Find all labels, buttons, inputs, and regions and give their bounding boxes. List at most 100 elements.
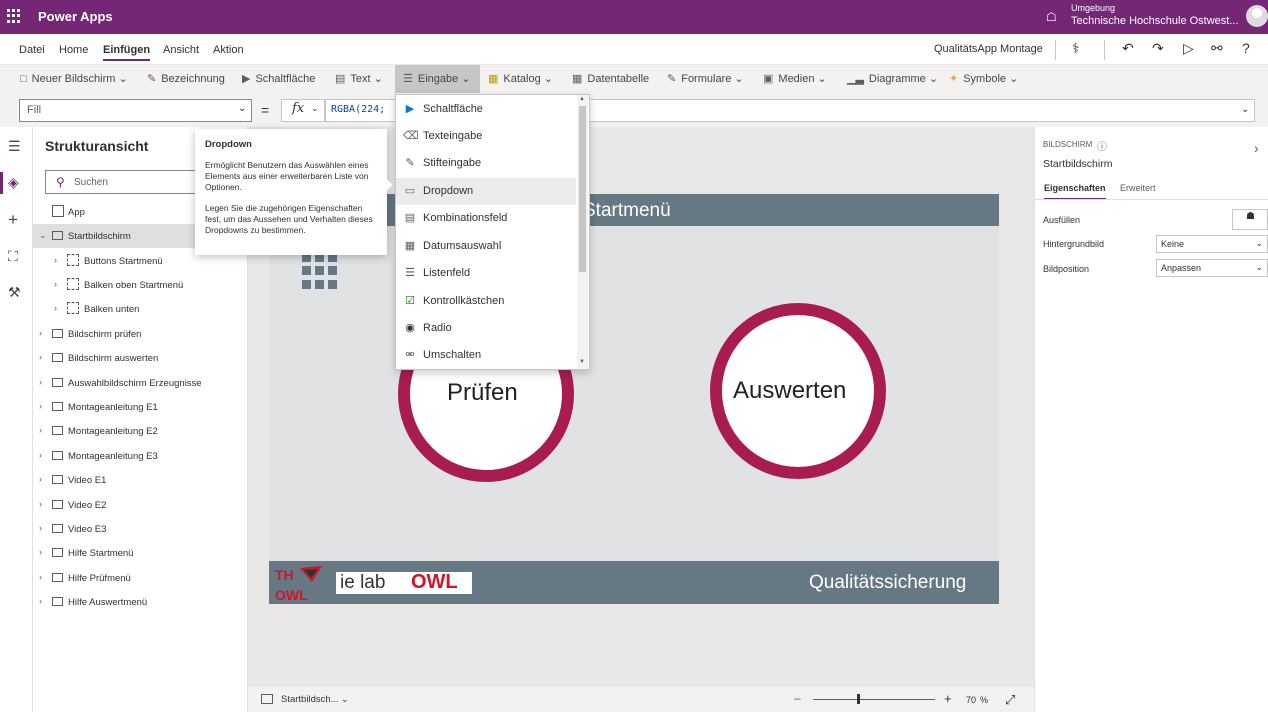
ribbon-datatable[interactable]: ▦ Datentabelle	[572, 72, 649, 85]
menu-item-radio[interactable]: ◉ Radio	[396, 315, 576, 342]
ribbon-input[interactable]: ☰ Eingabe ⌄	[403, 72, 471, 85]
properties-name[interactable]: Startbildschirm	[1043, 158, 1112, 170]
equals-sign: =	[261, 102, 270, 118]
tree-search-input[interactable]	[45, 170, 205, 194]
tree-item-screen[interactable]: › Video E2	[33, 493, 248, 517]
menu-item-kontrollkaestchen[interactable]: ☑ Kontrollkästchen	[396, 288, 576, 315]
chevron-right-icon[interactable]: ›	[39, 596, 42, 606]
ribbon-label[interactable]: ✎ Bezeichnung	[147, 72, 225, 85]
chevron-down-icon[interactable]: ⌄	[311, 103, 319, 114]
ribbon-forms[interactable]: ✎ Formulare ⌄	[667, 72, 744, 85]
menu-aktion[interactable]: Aktion	[213, 44, 244, 56]
chevron-right-icon[interactable]: ›	[39, 377, 42, 387]
avatar[interactable]	[1246, 5, 1268, 27]
tree-item-screen[interactable]: › Montageanleitung E1	[33, 395, 248, 419]
tree-item-group[interactable]: › Balken oben Startmenü	[33, 273, 248, 297]
redo-icon[interactable]: ↷	[1152, 40, 1164, 57]
tree-item-screen[interactable]: › Video E1	[33, 468, 248, 492]
chevron-right-icon[interactable]: ›	[39, 547, 42, 557]
tab-erweitert[interactable]: Erweitert	[1120, 183, 1156, 193]
tooltip-description: Legen Sie die zugehörigen Eigenschaften …	[205, 203, 373, 235]
menu-grid-icon[interactable]	[302, 253, 337, 289]
tab-eigenschaften[interactable]: Eigenschaften	[1044, 183, 1106, 200]
expand-icon[interactable]: ⤢	[1005, 692, 1015, 708]
app-checker-icon[interactable]: ⚕	[1072, 40, 1080, 57]
tree-item-group[interactable]: › Balken unten	[33, 297, 248, 321]
tree-item-screen[interactable]: › Auswahlbildschirm Erzeugnisse	[33, 371, 248, 395]
tree-item-screen[interactable]: › Bildschirm prüfen	[33, 322, 248, 346]
chevron-right-icon[interactable]: ›	[39, 425, 42, 435]
chevron-down-icon[interactable]: ⌄	[341, 694, 349, 705]
ribbon-charts[interactable]: ▁▃ Diagramme ⌄	[847, 72, 938, 85]
tree-item-screen[interactable]: › Hilfe Auswertmenü	[33, 590, 248, 614]
screen-selector[interactable]: Startbildsch...	[281, 694, 339, 705]
tree-item-screen[interactable]: › Hilfe Startmenü	[33, 541, 248, 565]
tree-item-screen[interactable]: › Hilfe Prüfmenü	[33, 566, 248, 590]
chevron-right-icon[interactable]: ›	[39, 328, 42, 338]
tree-item-screen[interactable]: › Bildschirm auswerten	[33, 346, 248, 370]
scroll-up-icon[interactable]: ▲	[579, 96, 585, 102]
imageposition-select[interactable]: Anpassen ⌄	[1156, 259, 1268, 277]
menu-datei[interactable]: Datei	[19, 44, 45, 56]
screen-icon	[52, 231, 63, 240]
menu-einfuegen[interactable]: Einfügen	[103, 44, 151, 61]
zoom-in-icon[interactable]: +	[944, 691, 952, 706]
chevron-down-icon[interactable]: ⌄	[39, 230, 47, 241]
chevron-right-icon[interactable]: ›	[39, 499, 42, 509]
chevron-right-icon[interactable]: ›	[54, 303, 57, 313]
tree-item-screen[interactable]: › Montageanleitung E3	[33, 444, 248, 468]
zoom-slider-handle[interactable]	[857, 694, 860, 704]
chevron-right-icon[interactable]: ›	[1254, 140, 1259, 156]
play-icon[interactable]: ▷	[1183, 40, 1194, 57]
share-icon[interactable]: ⚯	[1211, 40, 1223, 57]
menu-item-kombinationsfeld[interactable]: ▤ Kombinationsfeld	[396, 205, 576, 232]
app-name[interactable]: Power Apps	[38, 9, 113, 24]
menu-scrollbar-thumb[interactable]	[579, 106, 586, 272]
menu-item-stifteingabe[interactable]: ✎ Stifteingabe	[396, 150, 576, 177]
bgimage-select[interactable]: Keine ⌄	[1156, 235, 1268, 253]
chevron-right-icon[interactable]: ›	[54, 279, 57, 289]
chevron-down-icon[interactable]: ⌄	[1241, 104, 1249, 115]
help-circle-icon[interactable]: ⓘ	[1097, 138, 1107, 153]
property-select[interactable]	[19, 99, 252, 122]
menu-item-datumsauswahl[interactable]: ▦ Datumsauswahl	[396, 233, 576, 260]
chevron-right-icon[interactable]: ›	[39, 352, 42, 362]
chevron-right-icon[interactable]: ›	[54, 255, 57, 265]
hamburger-icon[interactable]: ☰	[8, 138, 21, 155]
plus-icon[interactable]: +	[8, 210, 18, 230]
menu-item-schaltflaeche[interactable]: ▶ Schaltfläche	[396, 96, 576, 123]
tools-icon[interactable]: ⚒	[8, 284, 21, 301]
chevron-right-icon[interactable]: ›	[39, 474, 42, 484]
menu-item-listenfeld[interactable]: ☰ Listenfeld	[396, 260, 576, 287]
layers-icon[interactable]: ◈	[8, 174, 19, 191]
chevron-right-icon[interactable]: ›	[39, 572, 42, 582]
menu-item-dropdown[interactable]: ▭ Dropdown	[396, 178, 576, 205]
menu-home[interactable]: Home	[59, 44, 88, 56]
zoom-slider[interactable]	[813, 699, 935, 700]
ribbon-gallery[interactable]: ▦ Katalog ⌄	[488, 72, 553, 85]
chevron-down-icon[interactable]: ⌄	[238, 103, 246, 114]
help-icon[interactable]: ?	[1242, 40, 1250, 56]
chevron-right-icon[interactable]: ›	[39, 523, 42, 533]
scroll-down-icon[interactable]: ▼	[579, 359, 585, 365]
menu-item-texteingabe[interactable]: ⌫ Texteingabe	[396, 123, 576, 150]
environment-name[interactable]: Technische Hochschule Ostwest...	[1071, 15, 1239, 27]
menu-item-umschalten[interactable]: ⚮ Umschalten	[396, 342, 576, 369]
ribbon-new-screen[interactable]: □ Neuer Bildschirm ⌄	[20, 72, 128, 85]
chevron-right-icon[interactable]: ›	[39, 450, 42, 460]
waffle-icon[interactable]	[7, 9, 21, 23]
chevron-right-icon[interactable]: ›	[39, 401, 42, 411]
app-screen[interactable]	[269, 194, 999, 604]
ribbon-media[interactable]: ▣ Medien ⌄	[763, 72, 827, 85]
ribbon-icons[interactable]: ✦ Symbole ⌄	[949, 72, 1018, 85]
ribbon-button[interactable]: ▶ Schaltfläche	[242, 72, 315, 85]
chevron-down-icon: ⌄	[1255, 262, 1263, 272]
zoom-out-icon[interactable]: –	[794, 691, 801, 705]
menu-ansicht[interactable]: Ansicht	[163, 44, 199, 56]
screen-icon	[261, 694, 273, 704]
tree-item-screen[interactable]: › Montageanleitung E2	[33, 419, 248, 443]
tree-item-screen[interactable]: › Video E3	[33, 517, 248, 541]
ribbon-text[interactable]: ▤ Text ⌄	[335, 72, 383, 85]
undo-icon[interactable]: ↶	[1122, 40, 1134, 57]
data-icon[interactable]: ⛶	[8, 248, 18, 265]
